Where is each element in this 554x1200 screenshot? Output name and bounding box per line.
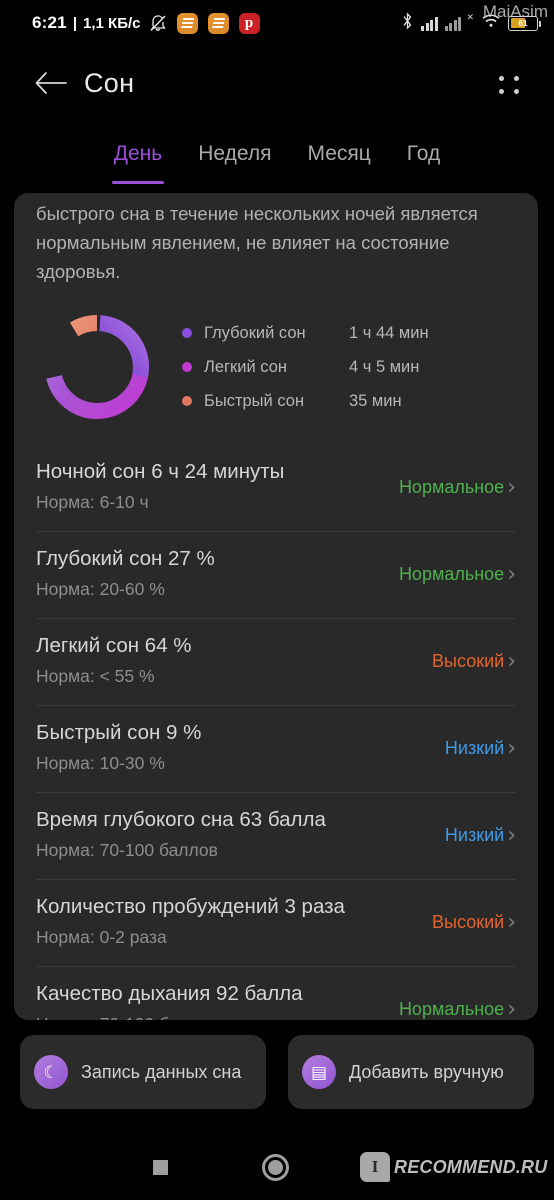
signal-x-icon: ✕ [466,11,474,22]
legend-label-deep: Глубокий сон [204,323,306,342]
arrow-left-icon [34,70,68,101]
irecommend-watermark-text: RECOMMEND.RU [394,1156,548,1177]
status-net-speed: 1,1 КБ/с [83,14,141,32]
chevron-right-icon: › [507,648,516,674]
chevron-right-icon: › [507,474,516,500]
donut-chart [22,308,172,426]
status-bar-left: 6:21 | 1,1 КБ/с [0,12,260,34]
status-separator: | [72,14,78,32]
sleep-summary-card[interactable]: быстрого сна в течение нескольких ночей … [14,193,538,1020]
metric-norm: Норма: < 55 % [36,666,155,686]
overlay-watermark: MaiAsim [482,2,548,21]
legend-label-rem: Быстрый сон [204,391,305,410]
metric-title: Качество дыхания 92 балла [36,982,303,1005]
bluetooth-icon [401,11,414,35]
signal-off-icon [444,16,462,31]
phone-screen: 6:21 | 1,1 КБ/с ✕ [0,0,554,1200]
record-sleep-data-label: Запись данных сна [81,1062,242,1082]
record-sleep-data-button[interactable]: ☾ Запись данных сна [20,1035,266,1109]
tab-day[interactable]: День [111,142,165,186]
metric-title: Ночной сон 6 ч 24 минуты [36,460,285,483]
legend-value-light: 4 ч 5 мин [349,357,420,376]
note-edit-icon: ▤ [302,1055,336,1089]
legend-item-rem: Быстрый сон 35 мин [182,392,538,411]
metric-title: Легкий сон 64 % [36,634,192,657]
circle-icon[interactable] [262,1154,289,1181]
metric-norm: Норма: 70-100 баллов [36,840,218,860]
action-buttons: ☾ Запись данных сна ▤ Добавить вручную [20,1035,534,1109]
status-badge: Высокий [432,911,505,932]
metric-title: Время глубокого сна 63 балла [36,808,326,831]
metric-norm: Норма: 6-10 ч [36,492,149,512]
metric-norm: Норма: 20-60 % [36,579,165,599]
table-row[interactable]: Легкий сон 64 % Норма: < 55 % Высокий › [36,618,516,705]
grid-menu-icon[interactable] [496,70,526,100]
pinterest-icon [238,12,260,34]
irecommend-logo: I [360,1152,390,1182]
chevron-right-icon: › [507,909,516,935]
table-row[interactable]: Быстрый сон 9 % Норма: 10-30 % Низкий › [36,705,516,792]
metric-title: Глубокий сон 27 % [36,547,215,570]
status-badge: Нормальное [398,476,505,497]
app-orange-icon [207,12,229,34]
add-manually-label: Добавить вручную [349,1062,504,1082]
chevron-right-icon: › [507,822,516,848]
metrics-list: Ночной сон 6 ч 24 минуты Норма: 6-10 ч Н… [14,444,538,1020]
table-row[interactable]: Время глубокого сна 63 балла Норма: 70-1… [36,792,516,879]
status-badge: Нормальное [398,998,505,1019]
metric-norm: Норма: 70-100 баллов [36,1011,391,1020]
description-text: быстрого сна в течение нескольких ночей … [36,203,478,282]
legend-dot-rem [182,396,192,406]
system-nav-bar: I RECOMMEND.RU [0,1134,554,1200]
tab-year[interactable]: Год [405,142,442,186]
legend-item-light: Легкий сон 4 ч 5 мин [182,358,538,377]
table-row[interactable]: Ночной сон 6 ч 24 минуты Норма: 6-10 ч Н… [36,444,516,531]
metric-norm: Норма: 10-30 % [36,753,165,773]
chart-legend: Глубокий сон 1 ч 44 мин Легкий сон 4 ч 5… [172,324,538,411]
table-row[interactable]: Количество пробуждений 3 раза Норма: 0-2… [36,879,516,966]
add-manually-button[interactable]: ▤ Добавить вручную [288,1035,534,1109]
chevron-right-icon: › [507,996,516,1021]
table-row[interactable]: Глубокий сон 27 % Норма: 20-60 % Нормаль… [36,531,516,618]
app-orange-icon [176,12,198,34]
legend-value-deep: 1 ч 44 мин [349,323,429,342]
legend-dot-deep [182,328,192,338]
metric-title: Быстрый сон 9 % [36,721,202,744]
signal-icon [421,16,438,31]
table-row[interactable]: Качество дыхания 92 балла Норма: 70-100 … [36,966,516,1020]
status-badge: Низкий [444,737,505,758]
metric-title: Количество пробуждений 3 раза [36,895,345,918]
status-badge: Низкий [444,824,505,845]
irecommend-watermark: I RECOMMEND.RU [360,1152,547,1182]
moon-icon: ☾ [34,1055,68,1089]
square-icon[interactable] [153,1160,168,1175]
app-bar: Сон [0,52,554,118]
period-tabs: День Неделя Месяц Год [0,142,554,186]
legend-value-rem: 35 мин [349,391,402,410]
legend-dot-light [182,362,192,372]
chevron-right-icon: › [507,735,516,761]
metric-norm: Норма: 0-2 раза [36,927,167,947]
status-badge: Нормальное [398,563,505,584]
status-bar: 6:21 | 1,1 КБ/с ✕ [0,0,554,46]
status-clock: 6:21 [32,13,67,32]
tab-month[interactable]: Месяц [305,142,372,186]
chevron-right-icon: › [507,561,516,587]
legend-label-light: Легкий сон [204,357,287,376]
mute-icon [149,13,167,33]
legend-item-deep: Глубокий сон 1 ч 44 мин [182,324,538,343]
back-button[interactable] [30,64,72,106]
tab-week[interactable]: Неделя [196,142,273,186]
page-title: Сон [84,68,135,98]
sleep-composition-chart-row: Глубокий сон 1 ч 44 мин Легкий сон 4 ч 5… [14,286,538,444]
status-badge: Высокий [432,650,505,671]
